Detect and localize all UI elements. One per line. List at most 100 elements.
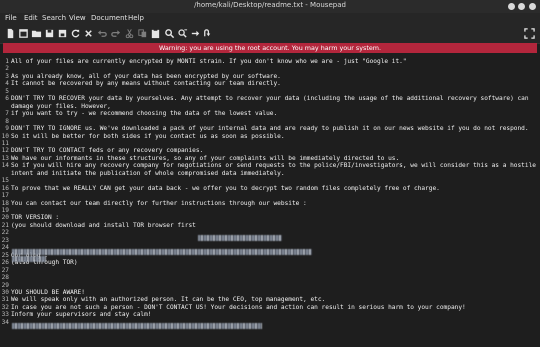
redacted-onion-link [12, 249, 312, 255]
editor-line: 13 We have our informants in these struct… [0, 154, 400, 162]
line-text: if you want to try - we recommend choosi… [11, 110, 278, 118]
go-to-line-icon[interactable] [190, 28, 201, 39]
reload-arrow-icon[interactable] [202, 28, 213, 39]
line-text: So if you will hire any recovery company… [11, 162, 536, 170]
line-text: Inform your supervisors and stay calm! [11, 311, 152, 319]
line-number: 2 [5, 65, 9, 73]
line-text: In case you are not such a person - DON'… [11, 303, 466, 311]
close-window-icon[interactable] [529, 3, 536, 10]
line-number: 24 [1, 244, 9, 252]
maximize-icon[interactable] [518, 3, 525, 10]
editor-line: 5 [0, 88, 11, 95]
redo-icon[interactable] [110, 28, 121, 39]
line-number: 16 [1, 184, 9, 192]
line-text: It cannot be recovered by any means with… [11, 80, 281, 88]
editor-line: 22 [0, 229, 11, 236]
editor-line: 31 We will speak only with an authorized … [0, 296, 326, 304]
editor-line: 12 DON'T TRY TO CONTACT feds or any recov… [0, 147, 204, 155]
editor-line: 8 [0, 118, 11, 125]
line-number: 34 [1, 318, 9, 326]
new-window-icon[interactable] [18, 28, 29, 39]
line-number: 28 [1, 274, 9, 282]
line-number: 4 [5, 80, 9, 88]
find-replace-icon[interactable] [177, 28, 188, 39]
editor-line: damage your files. However, [0, 103, 111, 110]
root-warning-banner: Warning: you are using the root account.… [3, 43, 537, 53]
editor-line: 15 [0, 177, 11, 184]
line-number: 32 [1, 303, 9, 311]
menu-file[interactable]: File [5, 14, 17, 22]
line-text: damage your files. However, [11, 102, 111, 110]
window-title: /home/kali/Desktop/readme.txt - Mousepad [194, 1, 346, 9]
line-text: So it will be better for both sides if y… [11, 132, 285, 140]
line-number: 3 [5, 72, 9, 80]
editor-line: 6 DON'T TRY TO RECOVER your data by yours… [0, 95, 528, 103]
redacted-tor-url [198, 235, 282, 241]
line-number: 18 [1, 199, 9, 207]
editor-line: 30 YOU SHOULD BE AWARE! [0, 289, 85, 296]
line-number: 5 [5, 87, 9, 95]
line-number: 17 [1, 192, 9, 200]
line-number: 20 [1, 214, 9, 222]
line-text: We will speak only with an authorized pe… [11, 296, 326, 304]
text-editor[interactable]: 1 All of your files are currently encrypt… [0, 54, 540, 347]
save-as-icon[interactable] [57, 28, 68, 39]
line-text: DON'T TRY TO CONTACT feds or any recover… [11, 147, 204, 155]
line-text: You can contact our team directly for fu… [11, 199, 307, 207]
fullscreen-icon[interactable] [524, 28, 535, 39]
menu-document[interactable]: Document [91, 14, 127, 22]
line-text: YOU SHOULD BE AWARE! [11, 288, 85, 296]
menu-view[interactable]: View [69, 14, 86, 22]
line-number: 10 [1, 132, 9, 140]
paste-icon[interactable] [150, 28, 161, 39]
new-document-icon[interactable] [5, 28, 16, 39]
line-number: 15 [1, 177, 9, 185]
open-icon[interactable] [31, 28, 42, 39]
editor-line: 10 So it will be better for both sides if… [0, 133, 285, 140]
editor-line: 21 (you should download and install TOR b… [0, 222, 196, 229]
line-text: intent and initiate the publication of w… [11, 169, 285, 177]
line-number: 19 [1, 207, 9, 214]
line-number: 6 [5, 95, 9, 103]
close-document-icon[interactable] [83, 28, 94, 39]
menu-search[interactable]: Search [42, 14, 66, 22]
find-icon[interactable] [164, 28, 175, 39]
editor-line: 9 DON'T TRY TO IGNORE us. We've downloade… [0, 125, 528, 133]
line-number: 13 [1, 154, 9, 162]
editor-line: 34 [0, 319, 11, 326]
editor-line: 28 [0, 274, 11, 281]
editor-line: 18 You can contact our team directly for … [0, 200, 307, 207]
line-number: 9 [5, 125, 9, 133]
toolbar [0, 25, 540, 44]
copy-icon[interactable] [137, 28, 148, 39]
menu-edit[interactable]: Edit [24, 14, 38, 22]
line-text: All of your files are currently encrypte… [11, 58, 407, 65]
line-number: 8 [5, 117, 9, 125]
editor-line: 17 [0, 192, 11, 199]
undo-icon[interactable] [97, 28, 108, 39]
editor-line: 33 Inform your supervisors and stay calm! [0, 311, 152, 318]
line-number: 7 [5, 110, 9, 118]
menu-help[interactable]: Help [128, 14, 144, 22]
line-number: 33 [1, 311, 9, 319]
line-number: 25 [1, 251, 9, 259]
editor-line: 24 [0, 244, 11, 251]
line-number: 27 [1, 266, 9, 274]
window-titlebar[interactable]: /home/kali/Desktop/readme.txt - Mousepad [0, 0, 540, 13]
line-text: To prove that we REALLY CAN get your dat… [11, 184, 440, 192]
editor-line: 29 [0, 282, 11, 289]
line-number: 14 [1, 162, 9, 170]
editor-line: 32 In case you are not such a person - DO… [0, 304, 466, 311]
minimize-icon[interactable] [508, 3, 515, 10]
editor-line: 27 [0, 267, 11, 274]
line-number: 26 [1, 259, 9, 267]
save-icon[interactable] [44, 28, 55, 39]
editor-line: 14 So if you will hire any recovery compa… [0, 162, 536, 169]
cut-icon[interactable] [124, 28, 135, 39]
line-text: (you should download and install TOR bro… [11, 221, 196, 229]
reload-icon[interactable] [70, 28, 81, 39]
line-number: 21 [1, 221, 9, 229]
editor-line: 1 All of your files are currently encrypt… [0, 58, 407, 65]
editor-line: 23 [0, 237, 11, 244]
editor-line: 7 if you want to try - we recommend choos… [0, 110, 277, 117]
